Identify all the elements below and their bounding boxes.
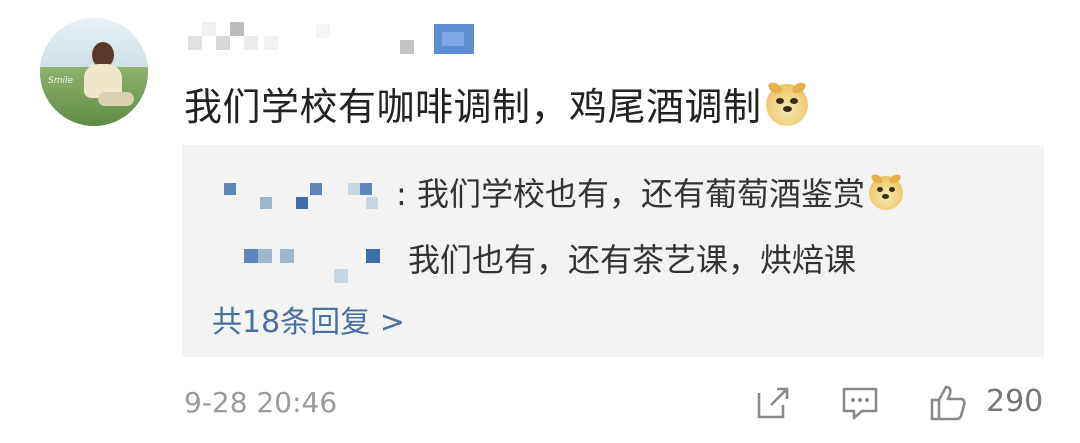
more-replies-link[interactable]: 共18条回复 >	[212, 297, 405, 341]
doge-icon	[765, 80, 808, 126]
comment-time: 9-28 20:46	[184, 386, 338, 419]
like-count: 290	[986, 384, 1044, 419]
reply-box[interactable]: : 我们学校也有，还有葡萄酒鉴赏 我们也有，还有茶艺课，烘焙课 共18条回复 >	[182, 145, 1044, 357]
comment-icon[interactable]	[840, 383, 880, 423]
username-mosaic[interactable]	[188, 22, 488, 58]
avatar[interactable]: Smile	[40, 18, 148, 126]
doge-icon	[868, 172, 903, 210]
share-icon[interactable]	[753, 383, 793, 423]
reply-1-text: : 我们学校也有，还有葡萄酒鉴赏	[396, 169, 903, 215]
reply-1-username-mosaic[interactable]	[224, 175, 396, 215]
avatar-watermark: Smile	[48, 76, 74, 86]
reply-2-username-mosaic[interactable]	[244, 239, 384, 287]
like-icon[interactable]	[928, 383, 968, 423]
comment-text: 我们学校有咖啡调制，鸡尾酒调制	[184, 76, 808, 131]
reply-2-text: 我们也有，还有茶艺课，烘焙课	[408, 241, 857, 279]
